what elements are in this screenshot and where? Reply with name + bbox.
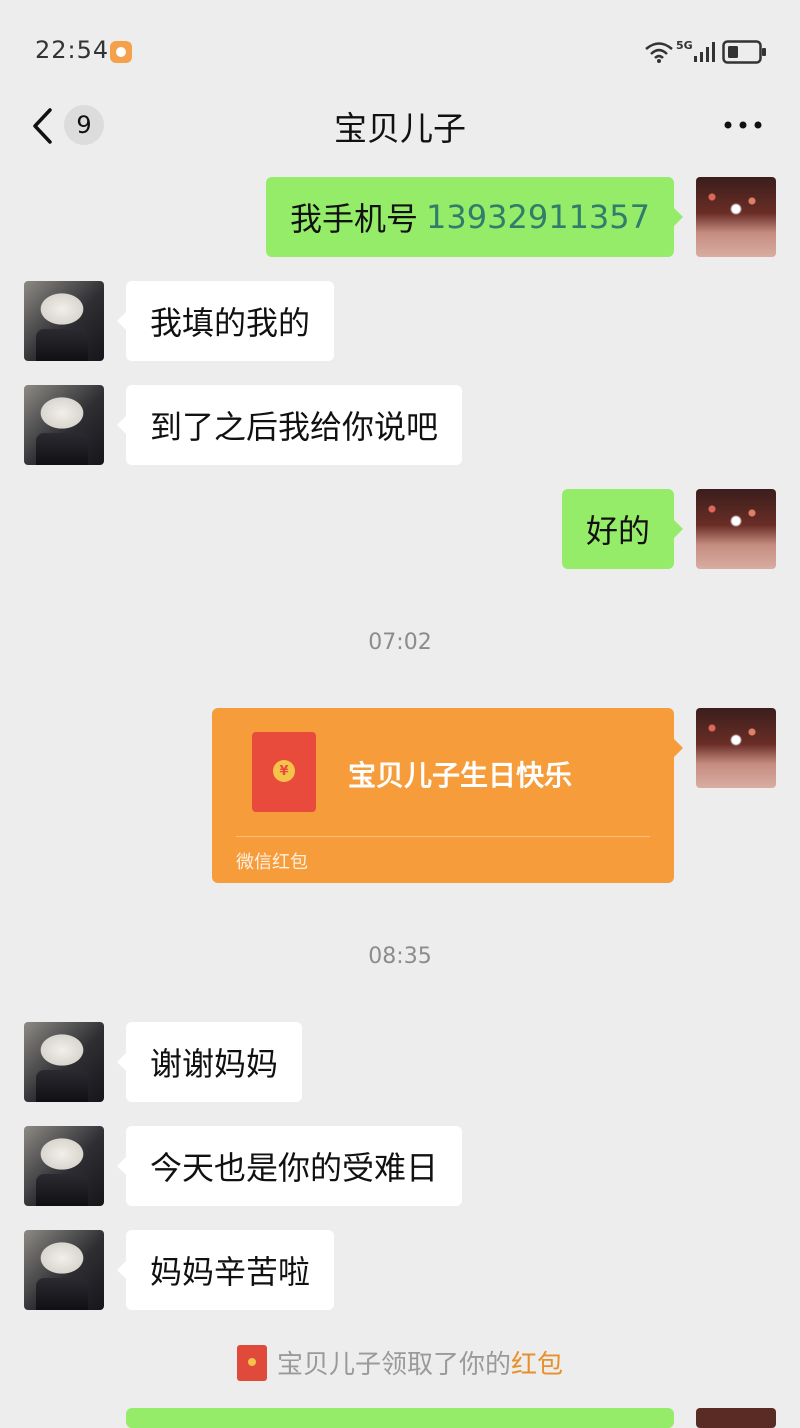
red-packet-icon bbox=[236, 1344, 267, 1381]
red-packet-link[interactable]: 红包 bbox=[511, 1350, 563, 1380]
red-packet-received-notice: 宝贝儿子领取了你的红包 bbox=[0, 1344, 800, 1381]
message-bubble-received[interactable]: 今天也是你的受难日 bbox=[116, 1126, 463, 1206]
signal-icon bbox=[694, 42, 715, 62]
message-bubble-sent[interactable]: 好的 bbox=[561, 489, 684, 569]
chat-timestamp: 08:35 bbox=[368, 944, 432, 969]
divider bbox=[236, 836, 650, 837]
contact-avatar[interactable] bbox=[24, 281, 104, 361]
my-avatar-partial[interactable] bbox=[696, 1408, 776, 1428]
message-bubble-received[interactable]: 到了之后我给你说吧 bbox=[116, 385, 463, 465]
network-type: 5G bbox=[676, 39, 693, 52]
message-bubble-received[interactable]: 我填的我的 bbox=[116, 281, 335, 361]
message-bubble-sent[interactable]: 我手机号 13932911357 bbox=[266, 177, 683, 257]
my-avatar[interactable] bbox=[696, 708, 776, 788]
contact-avatar[interactable] bbox=[24, 1230, 104, 1310]
status-time: 22:54 bbox=[35, 36, 110, 64]
my-avatar[interactable] bbox=[696, 489, 776, 569]
red-packet-title: 宝贝儿子生日快乐 bbox=[348, 759, 573, 792]
wifi-icon bbox=[645, 42, 673, 63]
chat-timestamp: 07:02 bbox=[368, 630, 432, 655]
message-text: 今天也是你的受难日 bbox=[150, 1149, 439, 1187]
more-icon[interactable] bbox=[722, 116, 764, 134]
message-bubble-sent-partial[interactable] bbox=[126, 1408, 674, 1428]
message-text: 妈妈辛苦啦 bbox=[150, 1253, 311, 1291]
red-packet-message[interactable]: ¥ 宝贝儿子生日快乐 微信红包 bbox=[212, 708, 683, 883]
message-bubble-received[interactable]: 妈妈辛苦啦 bbox=[116, 1230, 335, 1310]
notice-text: 宝贝儿子领取了你的 bbox=[276, 1350, 511, 1380]
my-avatar[interactable] bbox=[696, 177, 776, 257]
contact-avatar[interactable] bbox=[24, 1126, 104, 1206]
red-packet-label: 微信红包 bbox=[236, 852, 308, 873]
message-text: 谢谢妈妈 bbox=[150, 1045, 279, 1083]
message-bubble-received[interactable]: 谢谢妈妈 bbox=[116, 1022, 303, 1102]
red-packet-icon: ¥ bbox=[252, 732, 316, 812]
contact-avatar[interactable] bbox=[24, 385, 104, 465]
message-text: 好的 bbox=[585, 512, 650, 550]
message-text: 我手机号 bbox=[290, 200, 419, 238]
message-text: 到了之后我给你说吧 bbox=[150, 408, 439, 446]
phone-number-link[interactable]: 13932911357 bbox=[426, 198, 650, 236]
yuan-coin-icon: ¥ bbox=[273, 760, 295, 782]
chat-title: 宝贝儿子 bbox=[334, 109, 466, 148]
notification-badge-icon bbox=[110, 41, 132, 63]
battery-icon bbox=[722, 40, 766, 64]
message-text: 我填的我的 bbox=[150, 304, 311, 342]
contact-avatar[interactable] bbox=[24, 1022, 104, 1102]
